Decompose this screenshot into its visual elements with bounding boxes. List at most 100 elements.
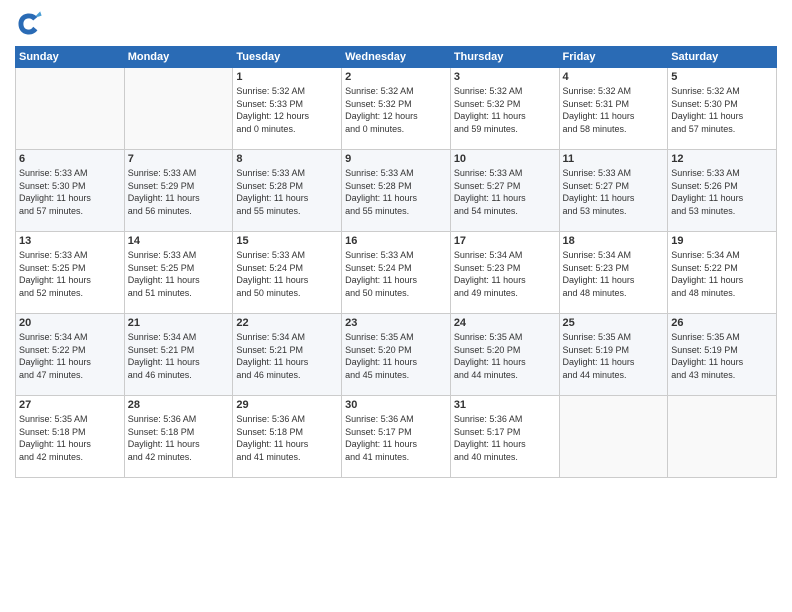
weekday-header-wednesday: Wednesday bbox=[342, 47, 451, 68]
day-number: 22 bbox=[236, 317, 338, 329]
calendar-cell bbox=[559, 396, 668, 478]
day-info: Sunrise: 5:34 AM Sunset: 5:21 PM Dayligh… bbox=[128, 331, 230, 381]
day-number: 28 bbox=[128, 399, 230, 411]
day-number: 27 bbox=[19, 399, 121, 411]
day-info: Sunrise: 5:33 AM Sunset: 5:24 PM Dayligh… bbox=[345, 249, 447, 299]
calendar-cell: 16 Sunrise: 5:33 AM Sunset: 5:24 PM Dayli… bbox=[342, 232, 451, 314]
day-number: 13 bbox=[19, 235, 121, 247]
day-number: 18 bbox=[563, 235, 665, 247]
day-number: 1 bbox=[236, 71, 338, 83]
day-number: 31 bbox=[454, 399, 556, 411]
week-row-5: 27 Sunrise: 5:35 AM Sunset: 5:18 PM Dayli… bbox=[16, 396, 777, 478]
calendar-cell: 3 Sunrise: 5:32 AM Sunset: 5:32 PM Daylig… bbox=[450, 68, 559, 150]
calendar-cell: 13Sunrise: 5:33 AM Sunset: 5:25 PM Dayli… bbox=[16, 232, 125, 314]
day-info: Sunrise: 5:33 AM Sunset: 5:26 PM Dayligh… bbox=[671, 167, 773, 217]
calendar-cell: 14 Sunrise: 5:33 AM Sunset: 5:25 PM Dayli… bbox=[124, 232, 233, 314]
day-number: 21 bbox=[128, 317, 230, 329]
calendar-cell: 2 Sunrise: 5:32 AM Sunset: 5:32 PM Daylig… bbox=[342, 68, 451, 150]
weekday-header-tuesday: Tuesday bbox=[233, 47, 342, 68]
calendar-cell: 23Sunrise: 5:35 AM Sunset: 5:20 PM Dayli… bbox=[342, 314, 451, 396]
day-number: 15 bbox=[236, 235, 338, 247]
header bbox=[15, 10, 777, 38]
calendar-cell: 20 Sunrise: 5:34 AM Sunset: 5:22 PM Dayli… bbox=[16, 314, 125, 396]
day-number: 12 bbox=[671, 153, 773, 165]
calendar-cell bbox=[668, 396, 777, 478]
day-info: Sunrise: 5:34 AM Sunset: 5:22 PM Dayligh… bbox=[671, 249, 773, 299]
day-number: 8 bbox=[236, 153, 338, 165]
day-info: Sunrise: 5:33 AM Sunset: 5:28 PM Dayligh… bbox=[236, 167, 338, 217]
calendar-cell: 19 Sunrise: 5:34 AM Sunset: 5:22 PM Dayli… bbox=[668, 232, 777, 314]
calendar-cell: 28 Sunrise: 5:36 AM Sunset: 5:18 PM Dayli… bbox=[124, 396, 233, 478]
calendar-cell: 4 Sunrise: 5:32 AM Sunset: 5:31 PM Daylig… bbox=[559, 68, 668, 150]
week-row-2: 6 Sunrise: 5:33 AM Sunset: 5:30 PM Daylig… bbox=[16, 150, 777, 232]
day-number: 26 bbox=[671, 317, 773, 329]
week-row-4: 20 Sunrise: 5:34 AM Sunset: 5:22 PM Dayli… bbox=[16, 314, 777, 396]
day-info: Sunrise: 5:32 AM Sunset: 5:30 PM Dayligh… bbox=[671, 85, 773, 135]
day-number: 6 bbox=[19, 153, 121, 165]
calendar-cell: 25Sunrise: 5:35 AM Sunset: 5:19 PM Dayli… bbox=[559, 314, 668, 396]
day-info: Sunrise: 5:32 AM Sunset: 5:32 PM Dayligh… bbox=[345, 85, 447, 135]
calendar-cell: 8 Sunrise: 5:33 AM Sunset: 5:28 PM Daylig… bbox=[233, 150, 342, 232]
day-number: 17 bbox=[454, 235, 556, 247]
day-info: Sunrise: 5:35 AM Sunset: 5:19 PM Dayligh… bbox=[671, 331, 773, 381]
calendar-cell: 1 Sunrise: 5:32 AM Sunset: 5:33 PM Daylig… bbox=[233, 68, 342, 150]
day-info: Sunrise: 5:34 AM Sunset: 5:22 PM Dayligh… bbox=[19, 331, 121, 381]
day-info: Sunrise: 5:36 AM Sunset: 5:18 PM Dayligh… bbox=[128, 413, 230, 463]
day-info: Sunrise: 5:35 AM Sunset: 5:18 PM Dayligh… bbox=[19, 413, 121, 463]
day-number: 24 bbox=[454, 317, 556, 329]
day-number: 7 bbox=[128, 153, 230, 165]
calendar-cell: 31 Sunrise: 5:36 AM Sunset: 5:17 PM Dayli… bbox=[450, 396, 559, 478]
day-info: Sunrise: 5:34 AM Sunset: 5:21 PM Dayligh… bbox=[236, 331, 338, 381]
calendar-cell: 7Sunrise: 5:33 AM Sunset: 5:29 PM Daylig… bbox=[124, 150, 233, 232]
calendar-table: SundayMondayTuesdayWednesdayThursdayFrid… bbox=[15, 46, 777, 478]
logo-icon bbox=[15, 10, 43, 38]
calendar-cell: 18Sunrise: 5:34 AM Sunset: 5:23 PM Dayli… bbox=[559, 232, 668, 314]
calendar-cell: 27 Sunrise: 5:35 AM Sunset: 5:18 PM Dayli… bbox=[16, 396, 125, 478]
weekday-header-sunday: Sunday bbox=[16, 47, 125, 68]
page: SundayMondayTuesdayWednesdayThursdayFrid… bbox=[0, 0, 792, 612]
day-info: Sunrise: 5:33 AM Sunset: 5:30 PM Dayligh… bbox=[19, 167, 121, 217]
calendar-cell: 21 Sunrise: 5:34 AM Sunset: 5:21 PM Dayli… bbox=[124, 314, 233, 396]
day-info: Sunrise: 5:32 AM Sunset: 5:32 PM Dayligh… bbox=[454, 85, 556, 135]
day-number: 16 bbox=[345, 235, 447, 247]
calendar-cell: 29Sunrise: 5:36 AM Sunset: 5:18 PM Dayli… bbox=[233, 396, 342, 478]
weekday-header-monday: Monday bbox=[124, 47, 233, 68]
day-number: 5 bbox=[671, 71, 773, 83]
day-info: Sunrise: 5:36 AM Sunset: 5:17 PM Dayligh… bbox=[345, 413, 447, 463]
calendar-cell: 15 Sunrise: 5:33 AM Sunset: 5:24 PM Dayli… bbox=[233, 232, 342, 314]
day-info: Sunrise: 5:33 AM Sunset: 5:28 PM Dayligh… bbox=[345, 167, 447, 217]
calendar-cell bbox=[124, 68, 233, 150]
day-number: 11 bbox=[563, 153, 665, 165]
weekday-header-thursday: Thursday bbox=[450, 47, 559, 68]
calendar-cell: 6 Sunrise: 5:33 AM Sunset: 5:30 PM Daylig… bbox=[16, 150, 125, 232]
day-number: 20 bbox=[19, 317, 121, 329]
day-info: Sunrise: 5:33 AM Sunset: 5:24 PM Dayligh… bbox=[236, 249, 338, 299]
calendar-cell: 10 Sunrise: 5:33 AM Sunset: 5:27 PM Dayli… bbox=[450, 150, 559, 232]
day-info: Sunrise: 5:33 AM Sunset: 5:25 PM Dayligh… bbox=[128, 249, 230, 299]
weekday-header-friday: Friday bbox=[559, 47, 668, 68]
day-info: Sunrise: 5:36 AM Sunset: 5:17 PM Dayligh… bbox=[454, 413, 556, 463]
week-row-1: 1 Sunrise: 5:32 AM Sunset: 5:33 PM Daylig… bbox=[16, 68, 777, 150]
calendar-cell: 12 Sunrise: 5:33 AM Sunset: 5:26 PM Dayli… bbox=[668, 150, 777, 232]
calendar-cell: 11Sunrise: 5:33 AM Sunset: 5:27 PM Dayli… bbox=[559, 150, 668, 232]
day-info: Sunrise: 5:34 AM Sunset: 5:23 PM Dayligh… bbox=[454, 249, 556, 299]
calendar-cell bbox=[16, 68, 125, 150]
day-info: Sunrise: 5:33 AM Sunset: 5:27 PM Dayligh… bbox=[454, 167, 556, 217]
day-number: 29 bbox=[236, 399, 338, 411]
day-number: 4 bbox=[563, 71, 665, 83]
calendar-cell: 24 Sunrise: 5:35 AM Sunset: 5:20 PM Dayli… bbox=[450, 314, 559, 396]
day-number: 30 bbox=[345, 399, 447, 411]
day-number: 10 bbox=[454, 153, 556, 165]
day-number: 19 bbox=[671, 235, 773, 247]
day-info: Sunrise: 5:35 AM Sunset: 5:20 PM Dayligh… bbox=[345, 331, 447, 381]
logo bbox=[15, 10, 47, 38]
day-info: Sunrise: 5:32 AM Sunset: 5:33 PM Dayligh… bbox=[236, 85, 338, 135]
day-number: 3 bbox=[454, 71, 556, 83]
day-info: Sunrise: 5:32 AM Sunset: 5:31 PM Dayligh… bbox=[563, 85, 665, 135]
calendar-cell: 22 Sunrise: 5:34 AM Sunset: 5:21 PM Dayli… bbox=[233, 314, 342, 396]
day-info: Sunrise: 5:35 AM Sunset: 5:20 PM Dayligh… bbox=[454, 331, 556, 381]
weekday-header-row: SundayMondayTuesdayWednesdayThursdayFrid… bbox=[16, 47, 777, 68]
day-number: 14 bbox=[128, 235, 230, 247]
calendar-cell: 5 Sunrise: 5:32 AM Sunset: 5:30 PM Daylig… bbox=[668, 68, 777, 150]
day-number: 2 bbox=[345, 71, 447, 83]
